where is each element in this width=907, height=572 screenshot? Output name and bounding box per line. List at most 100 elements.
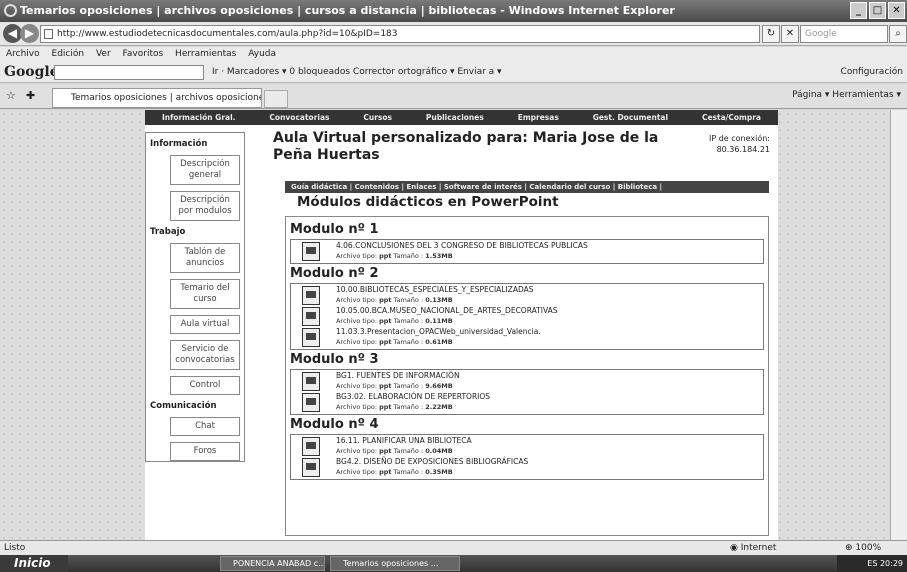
modules-title: Módulos didácticos en PowerPoint	[297, 194, 559, 210]
file-meta: Archivo tipo: ppt Tamaño : 1.53MB	[336, 251, 760, 261]
window-title: Temarios oposiciones | archivos oposicio…	[20, 4, 675, 17]
file-item[interactable]: BG3.02. ELABORACIÓN DE REPERTORIOS Archiv…	[294, 392, 760, 413]
file-name[interactable]: 11.03.3.Presentacion_OPACWeb_universidad…	[336, 327, 760, 337]
file-item[interactable]: 4.06.CONCLUSIONES DEL 3 CONGRESO DE BIBL…	[294, 241, 760, 262]
file-name[interactable]: 4.06.CONCLUSIONES DEL 3 CONGRESO DE BIBL…	[336, 241, 760, 251]
file-meta: Archivo tipo: ppt Tamaño : 0.35MB	[336, 467, 760, 477]
file-name[interactable]: 10.00.BIBLIOTECAS_ESPECIALES_Y_ESPECIALI…	[336, 285, 760, 295]
vertical-scrollbar[interactable]	[890, 110, 907, 540]
restore-button[interactable]: □	[869, 2, 886, 19]
google-logo: Google	[4, 64, 59, 80]
file-item[interactable]: 10.00.BIBLIOTECAS_ESPECIALES_Y_ESPECIALI…	[294, 285, 760, 306]
file-name[interactable]: 16.11. PLANIFICAR UNA BIBLIOTECA	[336, 436, 760, 446]
file-item[interactable]: 11.03.3.Presentacion_OPACWeb_universidad…	[294, 327, 760, 348]
module-files: BG1. FUENTES DE INFORMACIÓN Archivo tipo:…	[290, 369, 764, 415]
forward-button[interactable]: ▶	[20, 24, 39, 43]
close-button[interactable]: ✕	[888, 2, 905, 19]
ppt-file-icon[interactable]	[302, 372, 320, 391]
sidebar-aula-virtual[interactable]: Aula virtual	[170, 315, 240, 334]
sidebar-descripcion-modulos[interactable]: Descripción por modulos	[170, 191, 240, 221]
file-size-label: Tamaño :	[393, 317, 424, 325]
page-icon	[44, 29, 53, 39]
nav-publicaciones[interactable]: Publicaciones	[426, 110, 484, 125]
sidebar-chat[interactable]: Chat	[170, 417, 240, 436]
ppt-file-icon[interactable]	[302, 328, 320, 347]
globe-icon: ◉	[730, 543, 741, 553]
menu-ver[interactable]: Ver	[96, 49, 111, 59]
file-name[interactable]: 10.05.00.BCA.MUSEO_NACIONAL_DE_ARTES_DEC…	[336, 306, 760, 316]
sidebar-temario[interactable]: Temario del curso	[170, 279, 240, 309]
course-subnav[interactable]: Guía didáctica | Contenidos | Enlaces | …	[285, 181, 769, 193]
tab-bar: ☆ ✚ Temarios oposiciones | archivos opos…	[0, 84, 907, 109]
refresh-button[interactable]: ↻	[762, 25, 780, 43]
page-title: Aula Virtual personalizado para: Maria J…	[273, 130, 659, 163]
file-name[interactable]: BG4.2. DISEÑO DE EXPOSICIONES BIBLIOGRÁF…	[336, 457, 760, 467]
nav-empresas[interactable]: Empresas	[518, 110, 559, 125]
ppt-file-icon[interactable]	[302, 242, 320, 261]
file-size: 1.53MB	[425, 252, 453, 260]
tab-current[interactable]: Temarios oposiciones | archivos oposicio…	[52, 88, 262, 108]
start-button[interactable]: Inicio	[0, 555, 68, 572]
file-name[interactable]: BG1. FUENTES DE INFORMACIÓN	[336, 371, 760, 381]
stop-button[interactable]: ✕	[781, 25, 799, 43]
file-size: 2.22MB	[425, 403, 453, 411]
comunicacion-heading: Comunicación	[150, 401, 217, 411]
file-type: ppt	[379, 447, 392, 455]
file-type-label: Archivo tipo:	[336, 468, 378, 476]
config-button[interactable]: Configuración	[841, 61, 903, 83]
ppt-file-icon[interactable]	[302, 307, 320, 326]
file-item[interactable]: 16.11. PLANIFICAR UNA BIBLIOTECA Archivo …	[294, 436, 760, 457]
google-toolbar-items[interactable]: Ir · Marcadores ▾ 0 bloqueados Corrector…	[212, 61, 502, 83]
zoom-label: 100%	[855, 543, 882, 553]
window-titlebar: Temarios oposiciones | archivos oposicio…	[0, 0, 907, 22]
file-meta: Archivo tipo: ppt Tamaño : 9.66MB	[336, 381, 760, 391]
add-favorite-icon[interactable]: ✚	[26, 89, 35, 102]
sidebar-tablon-anuncios[interactable]: Tablón de anuncios	[170, 243, 240, 273]
menu-herramientas[interactable]: Herramientas	[175, 49, 236, 59]
sidebar-foros[interactable]: Foros	[170, 442, 240, 461]
file-size-label: Tamaño :	[393, 468, 424, 476]
sidebar-control[interactable]: Control	[170, 376, 240, 395]
trabajo-heading: Trabajo	[150, 227, 186, 237]
address-text: http://www.estudiodetecnicasdocumentales…	[57, 29, 398, 39]
file-size: 0.61MB	[425, 338, 453, 346]
minimize-button[interactable]: _	[850, 2, 867, 19]
new-tab-button[interactable]	[264, 90, 288, 108]
file-item[interactable]: 10.05.00.BCA.MUSEO_NACIONAL_DE_ARTES_DEC…	[294, 306, 760, 327]
file-size: 0.11MB	[425, 317, 453, 325]
file-meta: Archivo tipo: ppt Tamaño : 0.11MB	[336, 316, 760, 326]
ppt-file-icon[interactable]	[302, 393, 320, 412]
sidebar-descripcion-general[interactable]: Descripción general	[170, 155, 240, 185]
zoom-control[interactable]: ⊕ 100%	[845, 541, 881, 555]
taskbar-item-ponencia[interactable]: PONENCIA ANABAD c...	[220, 556, 325, 571]
favorites-star-icon[interactable]: ☆	[6, 89, 16, 102]
ppt-file-icon[interactable]	[302, 437, 320, 456]
file-name[interactable]: BG3.02. ELABORACIÓN DE REPERTORIOS	[336, 392, 760, 402]
window-controls: _ □ ✕	[850, 2, 905, 19]
file-type-label: Archivo tipo:	[336, 338, 378, 346]
nav-cursos[interactable]: Cursos	[363, 110, 392, 125]
menu-edicion[interactable]: Edición	[52, 49, 85, 59]
address-input[interactable]: http://www.estudiodetecnicasdocumentales…	[40, 25, 760, 43]
google-search-input[interactable]	[54, 65, 204, 80]
menu-favoritos[interactable]: Favoritos	[123, 49, 164, 59]
menu-archivo[interactable]: Archivo	[6, 49, 40, 59]
ppt-file-icon[interactable]	[302, 286, 320, 305]
file-size-label: Tamaño :	[393, 296, 424, 304]
sidebar-convocatorias[interactable]: Servicio de convocatorias	[170, 340, 240, 370]
file-item[interactable]: BG1. FUENTES DE INFORMACIÓN Archivo tipo:…	[294, 371, 760, 392]
zone-indicator: ◉ Internet	[730, 541, 776, 555]
search-input[interactable]: Google	[800, 25, 888, 43]
command-bar-tools[interactable]: Página ▾ Herramientas ▾	[792, 90, 901, 100]
taskbar-item-temarios[interactable]: Temarios oposiciones ...	[330, 556, 460, 571]
file-item[interactable]: BG4.2. DISEÑO DE EXPOSICIONES BIBLIOGRÁF…	[294, 457, 760, 478]
file-meta: Archivo tipo: ppt Tamaño : 0.04MB	[336, 446, 760, 456]
menu-ayuda[interactable]: Ayuda	[248, 49, 276, 59]
nav-cesta-compra[interactable]: Cesta/Compra	[702, 110, 761, 125]
ppt-file-icon[interactable]	[302, 458, 320, 477]
search-icon[interactable]: ⌕	[889, 25, 907, 43]
nav-convocatorias[interactable]: Convocatorias	[269, 110, 329, 125]
zone-label: Internet	[740, 543, 777, 553]
nav-informacion[interactable]: Información Gral.	[162, 110, 236, 125]
nav-gestion-documental[interactable]: Gest. Documental	[593, 110, 668, 125]
